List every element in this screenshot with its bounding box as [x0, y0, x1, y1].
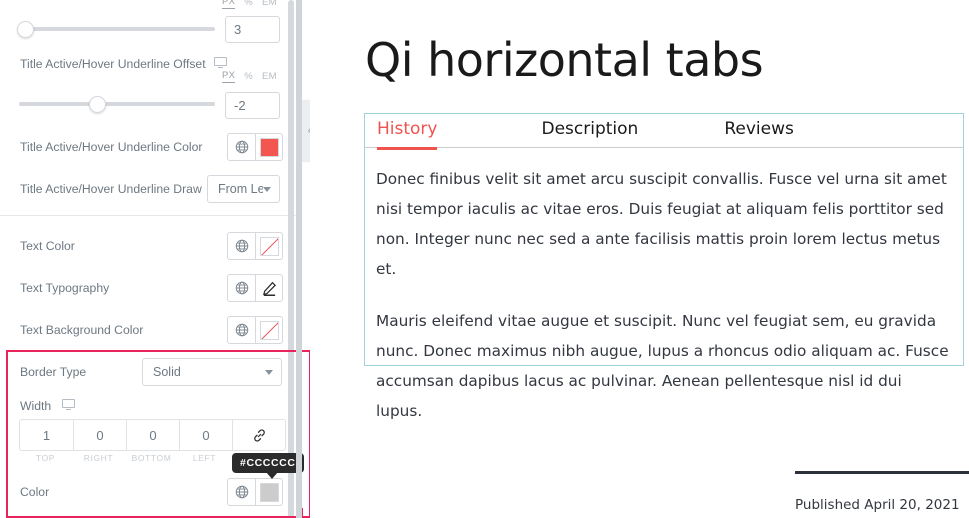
text-color-label: Text Color [20, 239, 75, 253]
tab-paragraph-2: Mauris eleifend vitae augue et suscipit.… [376, 312, 949, 420]
border-width-right-input[interactable]: 0 [73, 420, 126, 450]
underline-offset-value[interactable]: -2 [225, 92, 280, 119]
underline-width-value[interactable]: 3 [225, 16, 280, 43]
preview-content: Qi horizontal tabs History Description R… [310, 0, 969, 518]
link-values-toggle[interactable] [232, 420, 285, 450]
border-color-swatch-cell[interactable] [255, 479, 282, 505]
text-color-control[interactable] [227, 232, 283, 260]
pencil-icon [262, 281, 276, 296]
border-color-swatch[interactable] [259, 482, 279, 502]
border-width-top-input[interactable]: 1 [20, 420, 73, 450]
underline-offset-slider-knob[interactable] [89, 96, 106, 113]
underline-draw-value: From Left [218, 182, 263, 196]
responsive-monitor-icon[interactable] [214, 57, 227, 69]
tab-panel-content: Donec finibus velit sit amet arcu suscip… [365, 148, 963, 426]
text-typography-label: Text Typography [20, 281, 110, 295]
globe-icon-cell[interactable] [228, 479, 255, 505]
unit-em[interactable]: EM [262, 0, 277, 8]
unit-px[interactable]: PX [222, 70, 236, 83]
underline-offset-slider-track[interactable] [19, 102, 215, 106]
unit-percent[interactable]: % [244, 0, 253, 8]
label-top: TOP [35, 453, 56, 463]
chevron-down-icon [265, 369, 273, 375]
globe-icon [235, 239, 248, 253]
screen-root: PX % EM 3 Title Active/Hover Underline O… [0, 0, 969, 518]
globe-icon [235, 281, 248, 295]
underline-draw-select[interactable]: From Left [207, 175, 280, 203]
underline-draw-label: Title Active/Hover Underline Draw [20, 182, 202, 196]
text-background-color-swatch-cell[interactable] [255, 317, 282, 343]
text-background-empty-swatch[interactable] [259, 320, 279, 340]
globe-icon [235, 485, 248, 499]
unit-percent[interactable]: % [244, 71, 253, 82]
footer-rule [795, 471, 969, 474]
tab-reviews-label: Reviews [724, 119, 794, 139]
globe-icon [235, 323, 248, 337]
unit-em[interactable]: EM [262, 71, 277, 82]
tooltip-arrow-icon [266, 472, 278, 479]
panel-divider [0, 215, 296, 216]
panel-edge [296, 0, 302, 518]
tabs-widget: History Description Reviews Donec finibu… [364, 113, 964, 420]
color-label: Color [20, 485, 50, 499]
responsive-monitor-icon[interactable] [62, 399, 75, 411]
settings-panel: PX % EM 3 Title Active/Hover Underline O… [0, 0, 296, 518]
globe-icon-cell[interactable] [228, 317, 255, 343]
color-hex-tooltip: #CCCCCC [232, 453, 304, 479]
text-color-empty-swatch[interactable] [259, 236, 279, 256]
border-color-control[interactable] [227, 478, 283, 506]
published-date: Published April 20, 2021 [795, 497, 960, 513]
label-left: LEFT [192, 453, 217, 463]
tab-history[interactable]: History [377, 114, 438, 150]
tab-paragraph-1: Donec finibus velit sit amet arcu suscip… [376, 170, 947, 278]
underline-offset-label: Title Active/Hover Underline Offset [20, 57, 206, 71]
underline-width-slider-knob[interactable] [17, 21, 34, 38]
underline-color-swatch[interactable] [259, 137, 279, 157]
globe-icon [235, 140, 248, 154]
border-width-inputs[interactable]: 1 0 0 0 [19, 419, 286, 451]
underline-offset-units[interactable]: PX % EM [222, 70, 277, 83]
unit-px[interactable]: PX [222, 0, 236, 9]
tab-reviews[interactable]: Reviews [724, 114, 794, 147]
tab-description[interactable]: Description [541, 114, 638, 147]
border-type-select[interactable]: Solid [142, 358, 282, 386]
link-icon [253, 428, 265, 442]
border-type-label: Border Type [20, 365, 87, 379]
page-title: Qi horizontal tabs [365, 33, 764, 87]
edit-typography-cell[interactable] [255, 275, 282, 301]
text-background-color-control[interactable] [227, 316, 283, 344]
underline-color-swatch-cell[interactable] [255, 134, 282, 160]
text-background-color-label: Text Background Color [20, 323, 144, 337]
globe-icon-cell[interactable] [228, 134, 255, 160]
border-width-bottom-input[interactable]: 0 [126, 420, 179, 450]
border-type-value: Solid [153, 365, 181, 379]
tab-active-underline [377, 147, 438, 150]
underline-color-label: Title Active/Hover Underline Color [20, 140, 203, 154]
panel-scrollbar[interactable] [288, 0, 294, 518]
color-hex-value: #CCCCCC [240, 457, 296, 469]
tab-history-label: History [377, 119, 438, 139]
globe-icon-cell[interactable] [228, 233, 255, 259]
underline-color-control[interactable] [227, 133, 283, 161]
underline-width-units[interactable]: PX % EM [222, 0, 277, 9]
underline-width-slider-track[interactable] [19, 27, 215, 31]
border-width-labels: TOP RIGHT BOTTOM LEFT [19, 453, 231, 463]
text-typography-control[interactable] [227, 274, 283, 302]
label-right: RIGHT [83, 453, 114, 463]
width-label: Width [20, 399, 52, 413]
chevron-down-icon [263, 186, 271, 192]
text-color-swatch-cell[interactable] [255, 233, 282, 259]
tabs-row: History Description Reviews [365, 114, 963, 150]
label-bottom: BOTTOM [131, 453, 172, 463]
globe-icon-cell[interactable] [228, 275, 255, 301]
border-width-left-input[interactable]: 0 [179, 420, 232, 450]
tab-description-label: Description [541, 119, 639, 139]
